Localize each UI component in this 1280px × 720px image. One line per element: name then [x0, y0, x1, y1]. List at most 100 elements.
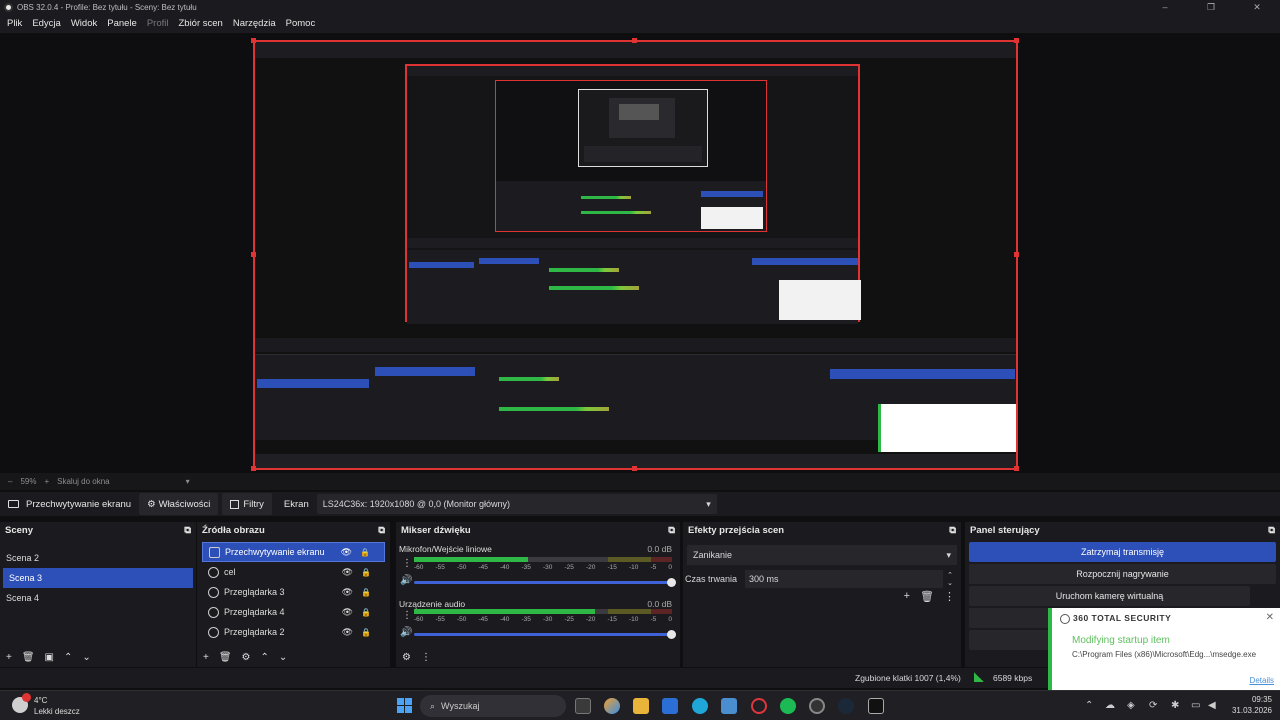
source-item[interactable]: cel 👁 🔒	[202, 562, 385, 582]
volume-slider[interactable]	[414, 578, 676, 587]
properties-button[interactable]: ⚙ Właściwości	[139, 493, 219, 515]
source-item-active[interactable]: Przechwytywanie ekranu 👁 🔒	[202, 542, 385, 562]
resize-handle[interactable]	[1014, 466, 1019, 471]
gear-icon[interactable]: ⚙	[242, 652, 251, 663]
delete-source-icon[interactable]: 🗑	[219, 652, 232, 663]
lock-icon[interactable]: 🔒	[361, 628, 371, 637]
obs-icon[interactable]	[809, 698, 825, 714]
duration-input[interactable]: 300 ms	[745, 570, 943, 588]
resize-handle[interactable]	[632, 466, 637, 471]
lock-icon[interactable]: 🔒	[361, 588, 371, 597]
move-up-icon[interactable]: ⌃	[64, 652, 72, 663]
stop-streaming-button[interactable]: Zatrzymaj transmisję	[969, 542, 1276, 562]
display-icon[interactable]: ▭	[1191, 700, 1202, 711]
sync-icon[interactable]: ⟳	[1149, 700, 1160, 711]
channel-menu-icon[interactable]: ⋮	[402, 558, 412, 569]
undock-icon[interactable]: ⧉	[949, 525, 956, 536]
undock-icon[interactable]: ⧉	[668, 525, 675, 536]
move-up-icon[interactable]: ⌃	[261, 652, 269, 663]
delete-transition-icon[interactable]: 🗑	[920, 590, 934, 603]
source-item[interactable]: Przeglądarka 2 👁 🔒	[202, 622, 385, 642]
screen-select[interactable]: LS24C36x: 1920x1080 @ 0,0 (Monitor główn…	[316, 494, 717, 514]
spotify-icon[interactable]	[780, 698, 796, 714]
taskbar-search[interactable]: ⌕ Wyszukaj	[420, 695, 566, 717]
zoom-in-icon[interactable]: +	[44, 477, 49, 486]
stepper-icon[interactable]: ⌃ ⌄	[943, 571, 957, 587]
security-tray-icon[interactable]: ◈	[1127, 700, 1138, 711]
close-icon[interactable]: ✕	[1266, 612, 1274, 623]
task-view-icon[interactable]	[575, 698, 591, 714]
minimize-button[interactable]: –	[1142, 0, 1188, 15]
resize-handle[interactable]	[251, 466, 256, 471]
visibility-eye-icon[interactable]: 👁	[342, 607, 353, 618]
menu-scene-collection[interactable]: Zbiór scen	[173, 15, 227, 33]
source-item[interactable]: Przeglądarka 4 👁 🔒	[202, 602, 385, 622]
start-recording-button[interactable]: Rozpocznij nagrywanie	[969, 564, 1276, 584]
lock-icon[interactable]: 🔒	[360, 548, 370, 557]
transition-menu-icon[interactable]: ⋮	[944, 590, 955, 603]
menu-profile[interactable]: Profil	[142, 15, 174, 33]
edge-icon[interactable]	[692, 698, 708, 714]
undock-icon[interactable]: ⧉	[1268, 525, 1275, 536]
channel-menu-icon[interactable]: ⋮	[402, 610, 412, 621]
start-virtual-camera-button[interactable]: Uruchom kamerę wirtualną	[969, 586, 1250, 606]
scene-item-active[interactable]: Scena 3	[3, 568, 193, 588]
details-link[interactable]: Details	[1250, 676, 1274, 685]
filters-button[interactable]: Filtry	[222, 493, 272, 515]
gear-icon[interactable]: ⚙	[402, 652, 411, 663]
source-item[interactable]: Przeglądarka 3 👁 🔒	[202, 582, 385, 602]
undock-icon[interactable]: ⧉	[378, 525, 385, 536]
visibility-eye-icon[interactable]: 👁	[341, 547, 352, 558]
scene-item[interactable]: Scena 2	[0, 548, 196, 568]
terminal-icon[interactable]	[868, 698, 884, 714]
maximize-button[interactable]: ❐	[1188, 0, 1234, 15]
zoom-out-icon[interactable]: –	[8, 477, 12, 486]
scene-filters-icon[interactable]: ▣	[45, 652, 54, 663]
speaker-icon[interactable]: 🔊	[400, 627, 412, 638]
resize-handle[interactable]	[1014, 252, 1019, 257]
resize-handle[interactable]	[632, 38, 637, 43]
preview-canvas[interactable]	[253, 40, 1018, 470]
menu-help[interactable]: Pomoc	[281, 15, 321, 33]
preview-area[interactable]	[0, 33, 1280, 473]
menu-edit[interactable]: Edycja	[27, 15, 66, 33]
photos-icon[interactable]	[721, 698, 737, 714]
bluetooth-icon[interactable]: ✱	[1171, 700, 1182, 711]
file-explorer-icon[interactable]	[633, 698, 649, 714]
undock-icon[interactable]: ⧉	[184, 525, 191, 536]
menu-docks[interactable]: Panele	[102, 15, 142, 33]
volume-icon[interactable]: ◀	[1208, 700, 1219, 711]
start-button[interactable]	[397, 698, 412, 713]
scene-item[interactable]: Scena 4	[0, 588, 196, 608]
security-notification[interactable]: 360 TOTAL SECURITY ✕ Modifying startup i…	[1048, 608, 1280, 690]
menu-tools[interactable]: Narzędzia	[228, 15, 281, 33]
network-icon[interactable]: ☁	[1105, 700, 1116, 711]
steam-icon[interactable]	[838, 698, 854, 714]
resize-handle[interactable]	[251, 252, 256, 257]
mixer-menu-icon[interactable]: ⋮	[421, 652, 431, 663]
lock-icon[interactable]: 🔒	[361, 608, 371, 617]
add-source-icon[interactable]: +	[203, 652, 209, 663]
delete-scene-icon[interactable]: 🗑	[22, 652, 35, 663]
menu-view[interactable]: Widok	[66, 15, 102, 33]
transition-select[interactable]: Zanikanie ▾	[687, 545, 957, 565]
zoom-dropdown-icon[interactable]: ▾	[186, 477, 190, 486]
speaker-icon[interactable]: 🔊	[400, 575, 412, 586]
resize-handle[interactable]	[251, 38, 256, 43]
move-down-icon[interactable]: ⌄	[279, 652, 287, 663]
close-button[interactable]: ✕	[1234, 0, 1280, 15]
add-transition-icon[interactable]: +	[904, 590, 910, 603]
visibility-eye-icon[interactable]: 👁	[342, 627, 353, 638]
lock-icon[interactable]: 🔒	[361, 568, 371, 577]
fit-to-window-label[interactable]: Skaluj do okna	[57, 477, 109, 486]
weather-widget[interactable]: 4°C Lekki deszcz	[10, 693, 90, 718]
visibility-eye-icon[interactable]: 👁	[342, 567, 353, 578]
volume-slider[interactable]	[414, 630, 676, 639]
store-icon[interactable]	[662, 698, 678, 714]
chevron-up-icon[interactable]: ⌃	[1085, 700, 1096, 711]
copilot-icon[interactable]	[604, 698, 620, 714]
move-down-icon[interactable]: ⌄	[82, 652, 90, 663]
opera-icon[interactable]	[751, 698, 767, 714]
resize-handle[interactable]	[1014, 38, 1019, 43]
clock[interactable]: 09:35 31.03.2026	[1232, 694, 1272, 716]
